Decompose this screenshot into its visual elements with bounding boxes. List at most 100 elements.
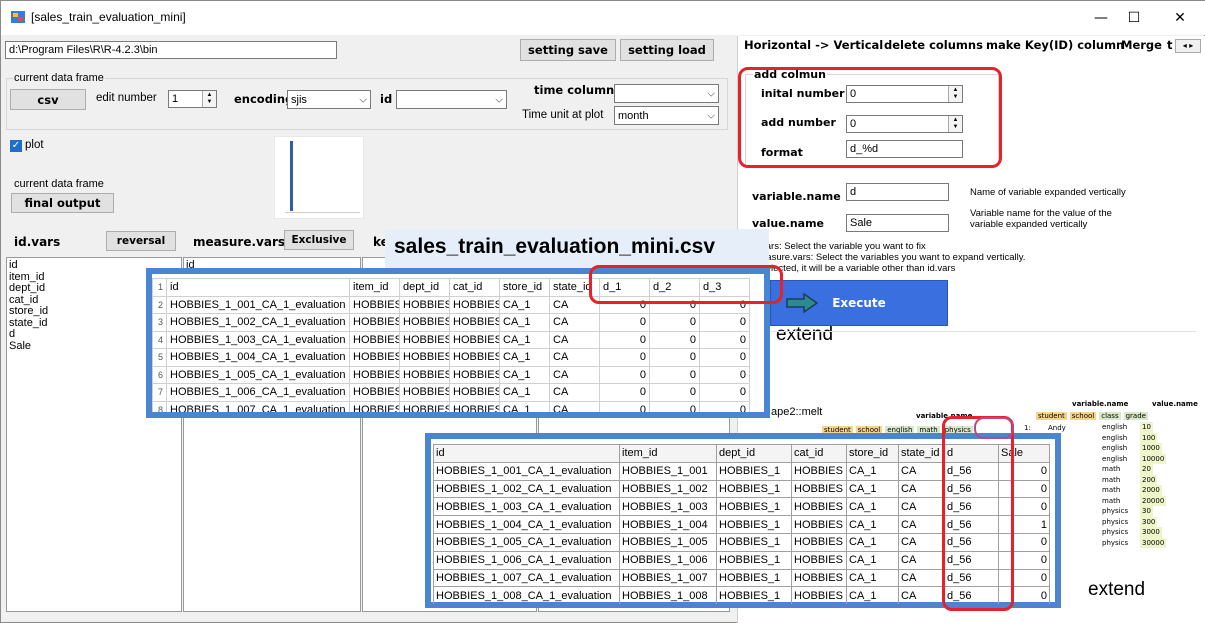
table-row[interactable]: 8HOBBIES_1_007_CA_1_evaluationHOBBIES_HO… [152,400,750,412]
melt-value-row: english 10 [1102,422,1166,433]
app-window: [sales_train_evaluation_mini] — ☐ ✕ d:\P… [0,0,1205,623]
tab-scroll-arrows-icon[interactable]: ◂ ▸ [1175,39,1201,53]
table-cell: 2 [152,295,167,314]
table-cell: 6 [152,365,167,384]
table-cell: HOBBIES_1_004_CA_1_evaluation [166,348,350,367]
csv-title: sales_train_evaluation_mini.csv [394,235,715,258]
table-cell: CA_1 [499,383,550,402]
tab-make-key[interactable]: make Key(ID) column [986,38,1124,52]
table-cell: HOBBIES [449,348,500,367]
table-cell: HOBBIES_1 [716,515,792,534]
table-cell: HOBBIES [449,330,500,349]
app-icon [11,11,25,23]
table-cell: 0 [649,365,700,384]
melt-varname-header: variable.name [1072,400,1129,408]
tab-delete-columns[interactable]: delete columns [884,38,983,52]
time-unit-select[interactable]: month ⌵ [614,106,719,125]
table-cell: CA_1 [846,550,899,570]
encoding-select[interactable]: sjis ⌵ [287,90,371,109]
plot-checkbox[interactable]: ✓ [10,140,22,152]
table-cell: CA [549,383,600,402]
table-cell: CA_1 [846,479,899,499]
table-cell: 7 [152,383,167,402]
measure-vars-label: measure.vars [193,235,286,249]
id-label: id [380,92,393,106]
melt-right-col: student [1036,412,1067,420]
table-row[interactable]: 4HOBBIES_1_003_CA_1_evaluationHOBBIES_HO… [152,330,750,349]
melt-right-col: grade [1123,412,1148,420]
table-cell: HOBBIES_1 [716,586,792,604]
table-cell: CA [898,532,945,552]
melt-subject: physics [1102,507,1129,515]
table-cell: CA_1 [499,348,550,367]
table-header-cell: dept_id [399,278,450,297]
exclusive-button[interactable]: Exclusive [284,230,354,250]
table-cell: HOBBIES [791,550,847,570]
variable-name-input[interactable]: d [846,183,949,201]
table-header-cell: id [166,278,350,297]
table-cell: 0 [699,365,750,384]
edit-number-stepper[interactable]: 1 ▲ ▼ [168,90,217,108]
table-cell: HOBBIES_ [349,400,400,412]
table-cell: HOBBIES_1_006_CA_1_evaluation [166,383,350,402]
melt-subject: math [1102,465,1121,473]
table-cell: HOBBIES_1_008 [619,586,717,604]
table-cell: CA_1 [846,586,899,604]
csv-button[interactable]: csv [10,89,86,110]
table-row[interactable]: 6HOBBIES_1_005_CA_1_evaluationHOBBIES_HO… [152,365,750,384]
value-name-input[interactable]: Sale [846,214,949,232]
melt-value: 300 [1140,516,1158,527]
table-cell: CA [898,497,945,517]
table-header-cell: item_id [349,278,400,297]
table-row[interactable]: 7HOBBIES_1_006_CA_1_evaluationHOBBIES_HO… [152,383,750,402]
mini-plot [274,136,364,219]
table-cell: CA_1 [499,365,550,384]
table-cell: CA [898,461,945,481]
table-cell: HOBBIES_ [399,348,450,367]
reversal-button[interactable]: reversal [106,231,176,251]
table-cell: HOBBIES_ [399,313,450,332]
stepper-arrows-icon[interactable]: ▲ ▼ [202,91,216,107]
table-cell: HOBBIES_1 [716,532,792,552]
melt-subject: math [1102,496,1121,505]
table-cell: CA [549,365,600,384]
r-path-input[interactable]: d:\Program Files\R\R-4.2.3\bin [5,41,337,59]
melt-value-row: english 10000 [1102,453,1167,464]
melt-value-row: math 2000 [1102,485,1166,496]
table-cell: HOBBIES [449,400,500,412]
table-row[interactable]: 3HOBBIES_1_002_CA_1_evaluationHOBBIES_HO… [152,313,750,332]
help-line-2: easure.vars: Select the variables you wa… [761,252,1026,263]
table-header-cell: id [433,444,620,463]
table-cell: 0 [649,383,700,402]
table-cell: HOBBIES_1 [716,479,792,499]
table-row[interactable]: 5HOBBIES_1_004_CA_1_evaluationHOBBIES_HO… [152,348,750,367]
time-unit-value: month [618,109,649,122]
table-cell: CA [898,586,945,604]
tab-merge[interactable]: Merge [1121,38,1162,52]
table-cell: HOBBIES_1 [716,550,792,570]
help-line-3: selected, it will be a variable other th… [761,263,956,274]
table-cell: HOBBIES [449,295,500,314]
table-cell: CA_1 [846,568,899,588]
table-cell: HOBBIES_ [399,330,450,349]
tab-horizontal-vertical[interactable]: Horizontal -> Vertical [744,38,883,52]
current-data-frame-label: current data frame [14,178,104,190]
table-header-cell: state_id [898,444,945,463]
id-select[interactable]: ⌵ [396,90,507,109]
setting-save-button[interactable]: setting save [520,39,616,61]
melt-value: 30000 [1140,537,1167,548]
maximize-button[interactable]: ☐ [1119,7,1149,29]
table-cell: HOBBIES_1_006_CA_1_evaluation [433,550,620,570]
melt-value: 3000 [1140,527,1162,538]
table-cell: HOBBIES_1 [716,497,792,517]
table-cell: HOBBIES_1_003_CA_1_evaluation [433,497,620,517]
melt-value-row: math 20 [1102,464,1166,475]
close-button[interactable]: ✕ [1165,7,1195,29]
time-column-select[interactable]: ⌵ [614,84,719,103]
setting-load-button[interactable]: setting load [620,39,714,61]
tab-more[interactable]: t [1167,38,1173,52]
table-cell: HOBBIES [449,383,500,402]
final-output-button[interactable]: final output [11,193,114,213]
minimize-button[interactable]: — [1086,7,1116,29]
table-cell: CA_1 [846,515,899,534]
